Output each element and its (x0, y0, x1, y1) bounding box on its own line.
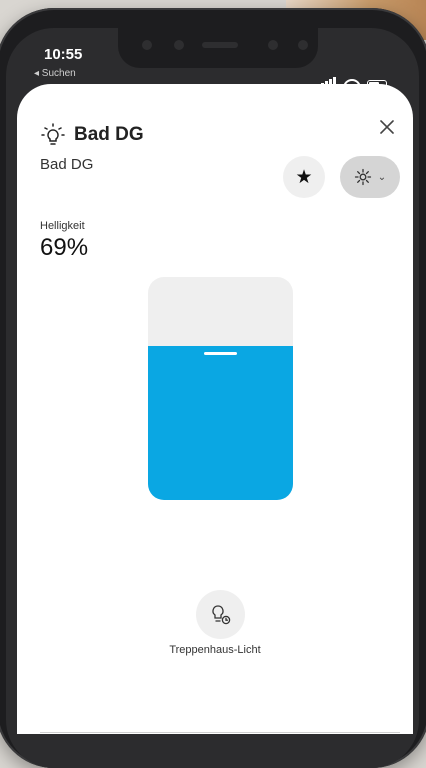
status-time: 10:55 (44, 46, 83, 63)
gear-icon (354, 168, 371, 186)
sensor-dot (268, 40, 278, 50)
brightness-label: Helligkeit (40, 220, 85, 232)
title-row: Bad DG (40, 123, 144, 147)
back-to-app-link[interactable]: ◂ Suchen (34, 68, 76, 79)
brightness-slider-fill (148, 346, 293, 500)
brightness-slider[interactable] (148, 277, 293, 500)
sensor-dot (174, 40, 184, 50)
speaker-grille (202, 42, 238, 48)
favorite-button[interactable]: ★ (283, 156, 325, 198)
staircase-light-label: Treppenhaus-Licht (169, 644, 261, 656)
brightness-value: 69% (40, 234, 89, 261)
sensor-dot (298, 40, 308, 50)
chevron-down-icon: ⌄ (377, 171, 387, 183)
notch (118, 28, 318, 68)
settings-dropdown-button[interactable]: ⌄ (340, 156, 400, 198)
device-room: Bad DG (40, 156, 94, 173)
staircase-light-button[interactable] (196, 590, 245, 639)
star-icon: ★ (295, 166, 313, 188)
device-title: Bad DG (74, 124, 144, 145)
device-sheet: Bad DG Bad DG ★ ⌄ Helligkeit 69% Treppen… (17, 84, 413, 734)
bulb-timer-icon (211, 604, 230, 624)
brightness-slider-handle[interactable] (204, 352, 237, 355)
camera-dot (142, 40, 152, 50)
light-bulb-icon (41, 123, 65, 145)
close-icon[interactable] (379, 119, 395, 135)
